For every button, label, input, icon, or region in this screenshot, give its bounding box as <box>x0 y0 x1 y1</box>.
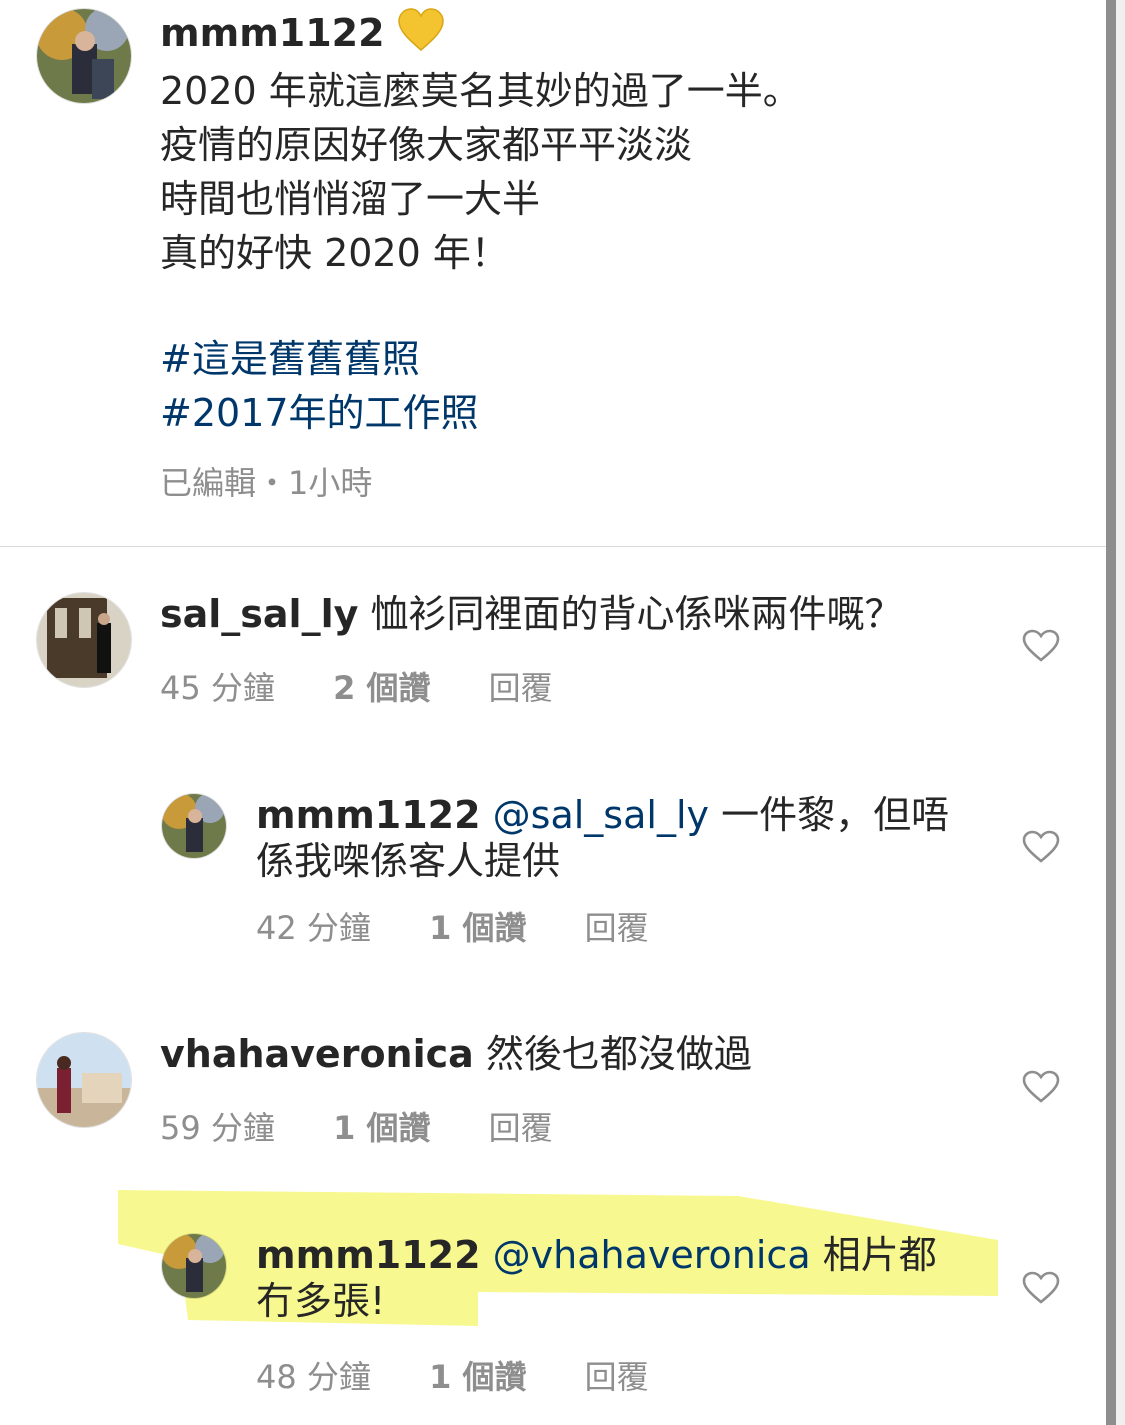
scrollbar[interactable] <box>1106 0 1116 1425</box>
comment-meta: 59 分鐘 1 個讚 回覆 <box>160 1103 553 1149</box>
reply-body: mmm1122 @sal_sal_ly 一件黎，但唔係我㗎係客人提供 <box>256 792 986 884</box>
comment-likes[interactable]: 1 個讚 <box>429 903 526 949</box>
caption-username[interactable]: mmm1122 <box>160 11 385 55</box>
comment-meta: 48 分鐘 1 個讚 回覆 <box>256 1352 649 1398</box>
caption-line: 真的好快 2020 年！ <box>160 231 509 275</box>
comment-likes[interactable]: 2 個讚 <box>333 663 430 709</box>
comment-username[interactable]: vhahaveronica <box>160 1032 474 1076</box>
comment-time: 48 分鐘 <box>256 1358 371 1396</box>
comment-body: vhahaveronica 然後乜都沒做過 <box>160 1031 1060 1077</box>
comment-username[interactable]: mmm1122 <box>256 1233 481 1277</box>
comment-time: 59 分鐘 <box>160 1109 275 1147</box>
comment-time: 42 分鐘 <box>256 909 371 947</box>
scrollbar-track <box>1116 0 1125 1425</box>
owner-avatar[interactable] <box>37 9 131 103</box>
reply-body: mmm1122 @vhahaveronica 相片都冇多張! <box>256 1232 956 1324</box>
caption: mmm1122 2020 年就這麼莫名其妙的過了一半。 疫情的原因好像大家都平平… <box>160 8 1060 440</box>
caption-line: 時間也悄悄溜了一大半 <box>160 177 541 221</box>
comment-text: 然後乜都沒做過 <box>485 1032 752 1076</box>
reply-button[interactable]: 回覆 <box>489 1103 553 1149</box>
commenter-avatar[interactable] <box>37 593 131 687</box>
comment-time: 45 分鐘 <box>160 669 275 707</box>
mention-link[interactable]: @vhahaveronica <box>493 1233 811 1277</box>
hashtag-link[interactable]: #這是舊舊舊照 <box>160 332 1060 386</box>
heart-outline-icon[interactable] <box>1022 1271 1060 1305</box>
heart-outline-icon[interactable] <box>1022 830 1060 864</box>
mention-link[interactable]: @sal_sal_ly <box>493 793 709 837</box>
reply-button[interactable]: 回覆 <box>489 663 553 709</box>
comment-username[interactable]: mmm1122 <box>256 793 481 837</box>
owner-avatar[interactable] <box>162 1234 226 1298</box>
comment-username[interactable]: sal_sal_ly <box>160 592 358 636</box>
comment-likes[interactable]: 1 個讚 <box>429 1352 526 1398</box>
caption-line: 2020 年就這麼莫名其妙的過了一半。 <box>160 69 801 113</box>
commenter-avatar[interactable] <box>37 1033 131 1127</box>
yellow-heart-emoji-icon <box>397 8 445 64</box>
caption-line: 疫情的原因好像大家都平平淡淡 <box>160 123 693 167</box>
caption-meta: 已編輯・1小時 <box>160 464 373 502</box>
owner-avatar[interactable] <box>162 794 226 858</box>
heart-outline-icon[interactable] <box>1022 1070 1060 1104</box>
comment-text: 恤衫同裡面的背心係咪兩件嘅？ <box>370 592 903 636</box>
hashtag-link[interactable]: #2017年的工作照 <box>160 386 1060 440</box>
reply-button[interactable]: 回覆 <box>585 1352 649 1398</box>
heart-outline-icon[interactable] <box>1022 629 1060 663</box>
divider <box>0 546 1106 547</box>
comment-meta: 45 分鐘 2 個讚 回覆 <box>160 663 553 709</box>
comment-likes[interactable]: 1 個讚 <box>333 1103 430 1149</box>
comment-body: sal_sal_ly 恤衫同裡面的背心係咪兩件嘅？ <box>160 591 1060 637</box>
reply-button[interactable]: 回覆 <box>585 903 649 949</box>
comment-meta: 42 分鐘 1 個讚 回覆 <box>256 903 649 949</box>
